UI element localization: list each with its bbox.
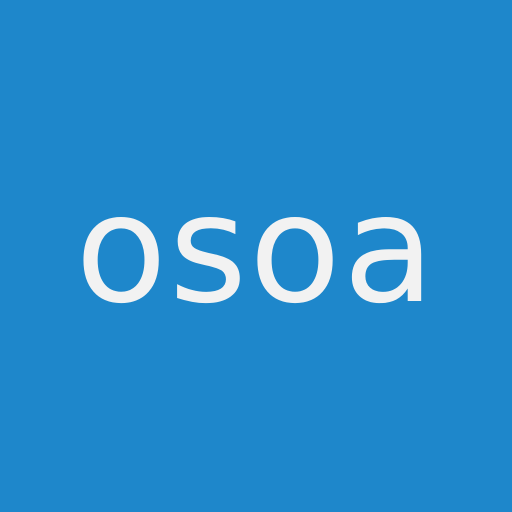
app-logo-tile: osoa — [0, 0, 512, 512]
logo-wordmark: osoa — [75, 163, 437, 337]
